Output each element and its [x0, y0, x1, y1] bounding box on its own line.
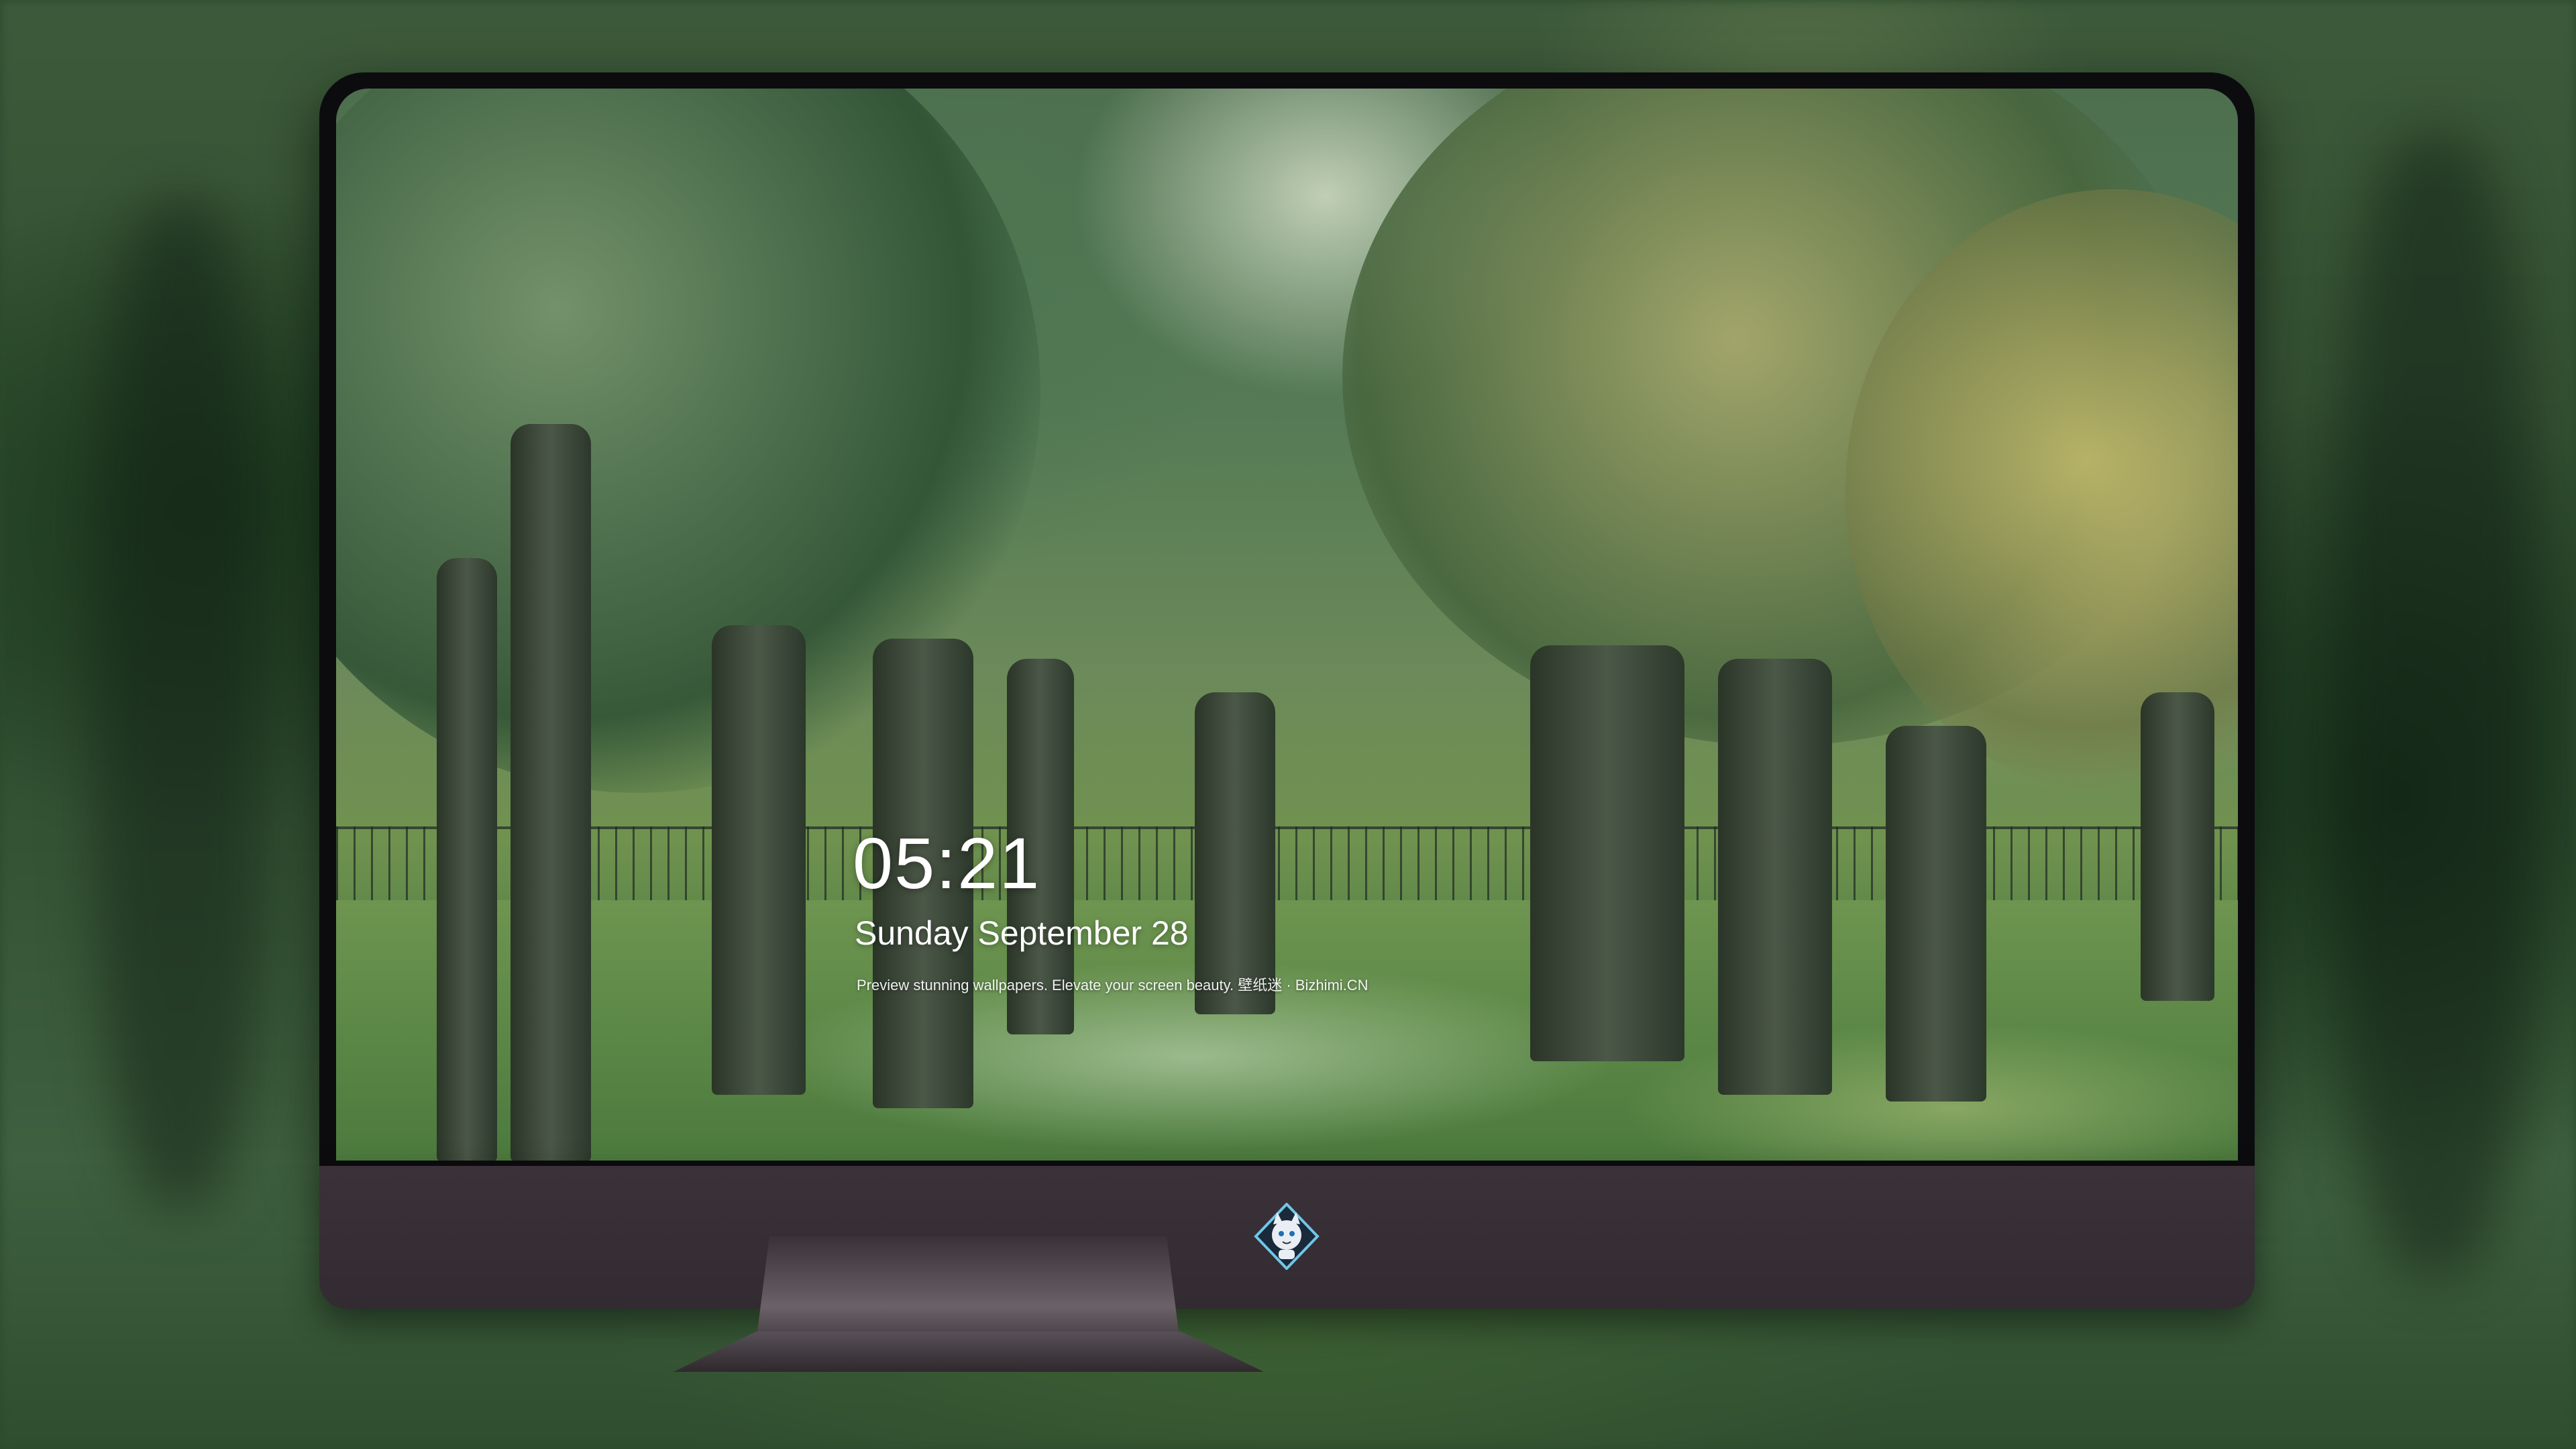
wallpaper-trunk [1530, 645, 1684, 1061]
background-blur-trunk [2334, 134, 2536, 1275]
monitor-stand-base [674, 1332, 1264, 1372]
wallpaper-trunk [2141, 692, 2214, 1001]
wallpaper-trunk [1195, 692, 1275, 1014]
desktop-screen: 05:21 Sunday September 28 Preview stunni… [336, 89, 2238, 1161]
wallpaper-trunk [1718, 659, 1832, 1095]
wallpaper-trunk [437, 558, 497, 1161]
monitor-chin [319, 1166, 2255, 1309]
wallpaper-caption: Preview stunning wallpapers. Elevate you… [857, 977, 1368, 994]
lock-screen-time: 05:21 [853, 822, 1041, 904]
monitor-stand-neck [757, 1236, 1179, 1337]
wallpaper-trunk [1886, 726, 1986, 1102]
background-blur-trunk [94, 201, 268, 1208]
wallpaper-trunk [712, 625, 806, 1095]
mascot-logo-icon [1253, 1203, 1320, 1270]
wallpaper-trunk [511, 424, 591, 1161]
lock-screen-date: Sunday September 28 [855, 914, 1189, 952]
imac-monitor: 05:21 Sunday September 28 Preview stunni… [319, 72, 2255, 1320]
monitor-bezel: 05:21 Sunday September 28 Preview stunni… [319, 72, 2255, 1166]
